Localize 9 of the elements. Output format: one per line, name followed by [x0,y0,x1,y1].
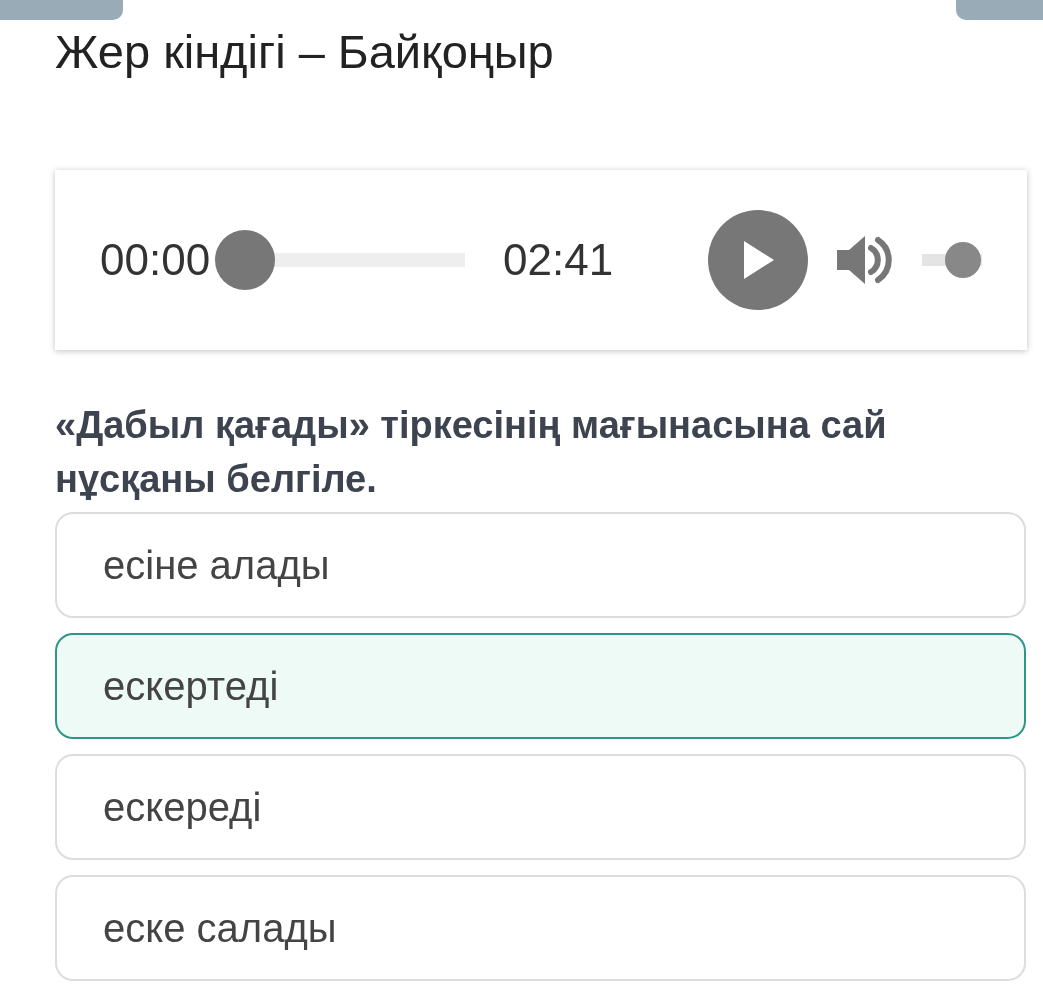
question-text: «Дабыл қағады» тіркесінің мағынасына сай нұсқаны белгіле. [55,403,888,502]
answer-option[interactable]: еске салады [55,875,1026,981]
page-title: Жер кіндігі – Байқоңыр [55,24,555,80]
answer-option[interactable]: ескертеді [55,633,1026,739]
duration-time: 02:41 [503,234,614,286]
volume-thumb[interactable] [944,242,981,278]
answer-option[interactable]: ескереді [55,754,1026,860]
current-time: 00:00 [100,234,211,286]
answer-option[interactable]: есіне алады [55,512,1026,618]
